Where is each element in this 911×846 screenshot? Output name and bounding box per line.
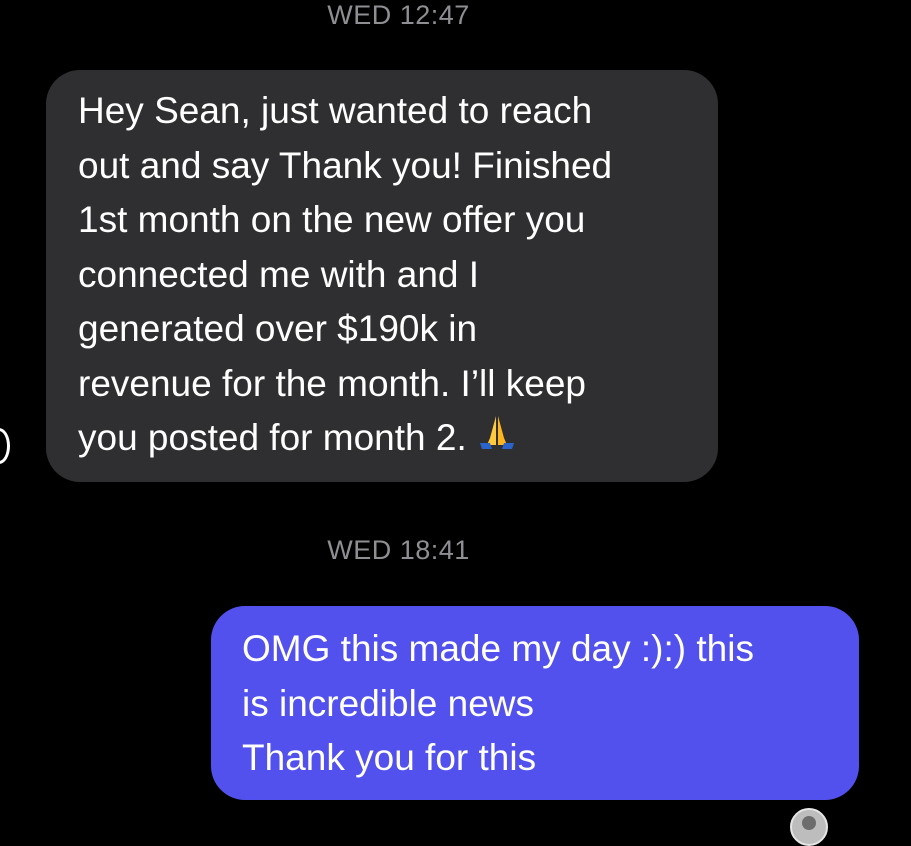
timestamp-wed-1841: WED 18:41 xyxy=(327,535,470,565)
incoming-message-text: Hey Sean, just wanted to reach out and s… xyxy=(78,90,613,458)
incoming-message-bubble[interactable]: Hey Sean, just wanted to reach out and s… xyxy=(46,70,718,482)
outgoing-message-bubble[interactable]: OMG this made my day :):) this is incred… xyxy=(211,606,859,800)
sender-avatar-icon[interactable] xyxy=(0,428,10,464)
folded-hands-emoji-icon xyxy=(479,416,514,449)
read-receipt-avatar-icon xyxy=(790,808,828,846)
timestamp-wed-1247: WED 12:47 xyxy=(327,0,470,30)
outgoing-message-text: OMG this made my day :):) this is incred… xyxy=(242,628,754,778)
